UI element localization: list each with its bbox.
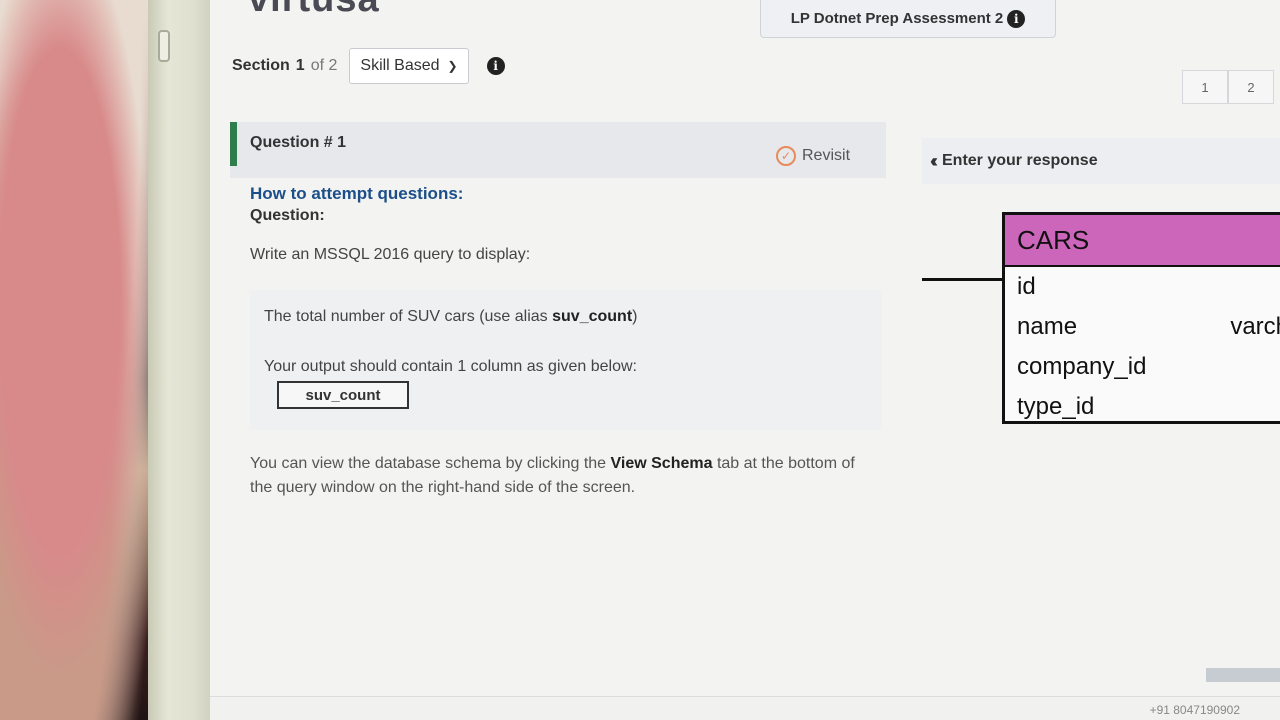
section-number: 1 (295, 57, 305, 74)
footer-bar: +91 8047190902 (210, 696, 1280, 720)
er-field-row: id (1005, 267, 1280, 307)
section-selector: Section 1 of 2 Skill Based ❯ i (232, 48, 505, 84)
double-chevron-left-icon[interactable]: ‹‹ (930, 151, 938, 172)
question-requirement: The total number of SUV cars (use alias … (264, 308, 638, 325)
chevron-down-icon: ❯ (447, 59, 458, 73)
section-total: of 2 (310, 57, 338, 74)
er-field-name: company_id (1017, 353, 1147, 380)
support-phone: +91 8047190902 (1149, 703, 1240, 717)
revisit-label: Revisit (802, 147, 851, 164)
section-dropdown[interactable]: Skill Based ❯ (349, 48, 469, 84)
view-schema-text: View Schema (610, 455, 713, 472)
er-field-row: company_id (1005, 347, 1280, 387)
question-label: Question: (250, 207, 325, 224)
er-field-row: type_id (1005, 387, 1280, 427)
revisit-button[interactable]: ✓ Revisit (776, 146, 850, 166)
question-header: Question # 1 ✓ Revisit (230, 122, 886, 178)
er-field-name: name (1017, 313, 1078, 340)
app-screen: virtusa LP Dotnet Prep Assessment 2 i Se… (210, 0, 1280, 720)
page-button-2[interactable]: 2 (1228, 70, 1274, 104)
er-field-name: type_id (1017, 393, 1095, 420)
background-fabric (0, 0, 160, 720)
section-label: Section (232, 57, 290, 74)
assessment-title: LP Dotnet Prep Assessment 2 (790, 10, 1004, 27)
device-button (158, 30, 170, 62)
question-prompt: Write an MSSQL 2016 query to display: (250, 246, 531, 263)
brand-logo: virtusa (248, 0, 380, 21)
question-pager: 1 2 (1182, 70, 1274, 104)
how-to-attempt-link[interactable]: How to attempt questions: (250, 184, 463, 204)
er-table-cars: CARS id name varch company_id type_id (1002, 212, 1280, 424)
section-dropdown-value: Skill Based (360, 57, 440, 74)
er-table-name: CARS (1005, 215, 1280, 267)
response-header-label: Enter your response (942, 152, 1098, 169)
schema-note: You can view the database schema by clic… (250, 455, 855, 496)
output-column-header: suv_count (277, 381, 409, 409)
revisit-icon: ✓ (776, 146, 796, 166)
question-accent-bar (230, 122, 237, 166)
alias-name: suv_count (552, 308, 633, 325)
assessment-title-tab[interactable]: LP Dotnet Prep Assessment 2 i (760, 0, 1056, 38)
question-detail-box: The total number of SUV cars (use alias … (250, 290, 882, 430)
output-instruction: Your output should contain 1 column as g… (264, 358, 637, 375)
er-field-type: varch (1230, 313, 1280, 340)
page-button-1[interactable]: 1 (1182, 70, 1228, 104)
scrollbar-thumb[interactable] (1206, 668, 1280, 682)
response-panel-header[interactable]: ‹‹ Enter your response (922, 138, 1280, 184)
info-icon[interactable]: i (1007, 9, 1026, 28)
er-relationship-line (922, 278, 1008, 281)
er-field-row: name varch (1005, 307, 1280, 347)
device-bezel (148, 0, 212, 720)
er-field-name: id (1017, 273, 1036, 300)
section-info-icon[interactable]: i (486, 57, 505, 75)
question-title: Question # 1 (250, 134, 347, 151)
